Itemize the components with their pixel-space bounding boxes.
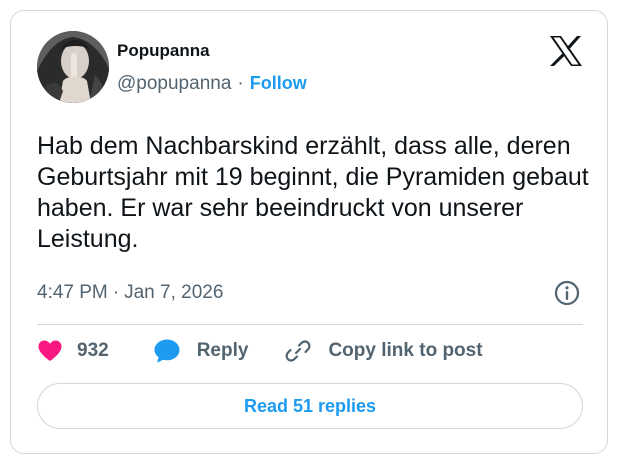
tweet-time: 4:47 PM xyxy=(37,282,108,303)
author-display-name[interactable]: Popupanna xyxy=(117,41,210,61)
info-icon[interactable] xyxy=(553,279,581,307)
tweet-text: Hab dem Nachbarskind erzählt, dass alle,… xyxy=(37,132,589,253)
tweet-timestamp[interactable]: 4:47 PM · Jan 7, 2026 xyxy=(37,281,223,305)
heart-icon xyxy=(38,340,62,361)
author-handle[interactable]: @popupanna xyxy=(117,73,231,94)
copy-link-button[interactable]: Copy link to post xyxy=(284,337,483,365)
action-bar: 932 Reply Copy link to post xyxy=(37,336,483,366)
link-icon xyxy=(286,340,311,362)
tweet-card: Popupanna @popupanna · Follow Hab dem Nach… xyxy=(10,10,608,454)
avatar[interactable] xyxy=(37,31,109,103)
x-logo-icon[interactable] xyxy=(549,35,583,67)
reply-label: Reply xyxy=(196,340,249,361)
timestamp-separator: · xyxy=(112,282,120,303)
author-handle-row: @popupanna · Follow xyxy=(117,71,307,96)
read-replies-button[interactable]: Read 51 replies xyxy=(37,383,583,429)
avatar-photo xyxy=(37,31,109,103)
like-count: 932 xyxy=(77,340,109,361)
like-button[interactable]: 932 xyxy=(37,339,109,363)
reply-button[interactable]: Reply xyxy=(153,338,249,364)
copy-link-label: Copy link to post xyxy=(328,340,483,361)
follow-button[interactable]: Follow xyxy=(250,73,307,93)
speech-bubble-icon xyxy=(154,339,180,363)
tweet-date: Jan 7, 2026 xyxy=(124,282,224,303)
handle-separator: · xyxy=(237,73,244,94)
divider xyxy=(37,324,583,325)
